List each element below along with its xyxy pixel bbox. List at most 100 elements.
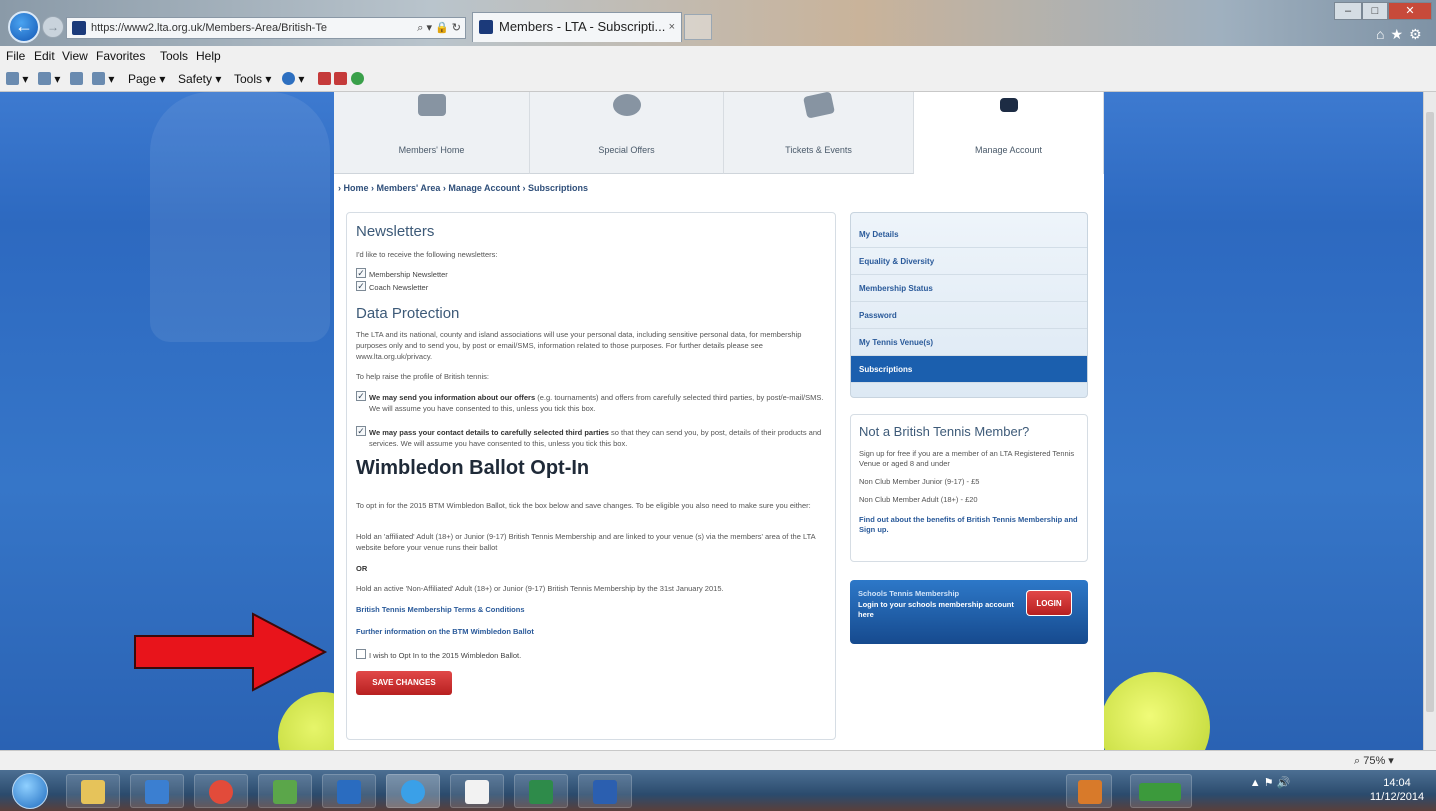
chrome-taskbar-icon[interactable]: [194, 774, 248, 808]
nav-tile-manage-account[interactable]: Manage Account: [914, 92, 1104, 174]
schools-login-button[interactable]: LOGIN: [1026, 590, 1072, 616]
battery-indicator-icon[interactable]: [1130, 774, 1192, 808]
menu-tools[interactable]: Tools: [160, 49, 188, 63]
tab-close-icon[interactable]: ×: [669, 13, 675, 41]
nav-tile-tickets-events[interactable]: Tickets & Events: [724, 92, 914, 174]
membership-newsletter-label: Membership Newsletter: [369, 270, 448, 279]
menu-bar: File Edit View Favorites Tools Help: [0, 46, 1436, 66]
membership-signup-link[interactable]: Find out about the benefits of British T…: [859, 515, 1081, 535]
safety-menu[interactable]: Safety ▾: [178, 72, 221, 86]
excel-taskbar-icon[interactable]: [514, 774, 568, 808]
sidebar-item-subscriptions[interactable]: Subscriptions: [851, 356, 1087, 383]
window-minimize-button[interactable]: –: [1334, 2, 1362, 20]
sidebar-item-tennis-venues[interactable]: My Tennis Venue(s): [851, 329, 1087, 356]
media-player-taskbar-icon[interactable]: [130, 774, 184, 808]
offers-consent-checkbox[interactable]: ✓: [356, 391, 366, 401]
window-close-button[interactable]: ✕: [1388, 2, 1432, 20]
page-menu[interactable]: Page ▾: [128, 72, 165, 86]
window-maximize-button[interactable]: □: [1362, 2, 1388, 20]
adult-price: Non Club Member Adult (18+) - £20: [859, 495, 978, 504]
windows-taskbar: ▲ ⚑ 🔊 14:04 11/12/2014: [0, 770, 1436, 811]
sidebar-item-membership-status[interactable]: Membership Status: [851, 275, 1087, 302]
sidebar-item-my-details[interactable]: My Details: [851, 221, 1087, 248]
tennis-ball-right-image: [1100, 672, 1210, 750]
nav-tile-special-offers[interactable]: Special Offers: [530, 92, 724, 174]
menu-edit[interactable]: Edit: [34, 49, 55, 63]
menu-file[interactable]: File: [6, 49, 25, 63]
nav-tile-label: Special Offers: [598, 145, 655, 155]
not-a-member-title: Not a British Tennis Member?: [859, 424, 1030, 439]
file-explorer-taskbar-icon[interactable]: [66, 774, 120, 808]
data-protection-text: The LTA and its national, county and isl…: [356, 330, 802, 361]
vertical-scrollbar[interactable]: [1423, 92, 1436, 750]
membership-newsletter-checkbox[interactable]: ✓: [356, 268, 366, 278]
newsletters-heading: Newsletters: [356, 223, 435, 240]
nav-tile-members-home[interactable]: Members' Home: [334, 92, 530, 174]
start-button-icon[interactable]: [12, 773, 48, 809]
site-favicon-icon: [72, 21, 86, 35]
document-taskbar-icon[interactable]: [450, 774, 504, 808]
browser-tab-active[interactable]: Members - LTA - Subscripti... ×: [472, 12, 682, 42]
home-favorites-settings-icons[interactable]: ⌂★⚙: [1376, 26, 1428, 43]
nav-tile-label: Tickets & Events: [785, 145, 852, 155]
sidebar-item-equality-diversity[interactable]: Equality & Diversity: [851, 248, 1087, 275]
forward-button[interactable]: →: [42, 16, 64, 38]
ballot-non-affiliated-text: Hold an active 'Non-Affiliated' Adult (1…: [356, 584, 724, 593]
save-changes-button[interactable]: SAVE CHANGES: [356, 671, 452, 695]
taskbar-clock[interactable]: 14:04 11/12/2014: [1362, 776, 1432, 804]
red-arrow-annotation-icon: [134, 612, 328, 692]
schools-membership-box: Schools Tennis Membership Login to your …: [850, 580, 1088, 644]
computer-icon: [417, 94, 446, 116]
sidebar-item-password[interactable]: Password: [851, 302, 1087, 329]
ticket-icon: [802, 92, 835, 119]
help-cmd-icon[interactable]: ▾: [282, 72, 304, 86]
menu-help[interactable]: Help: [196, 49, 221, 63]
address-bar[interactable]: https://www2.lta.org.uk/Members-Area/Bri…: [66, 17, 466, 39]
photos-taskbar-icon[interactable]: [258, 774, 312, 808]
new-tab-button[interactable]: [684, 14, 712, 40]
back-button[interactable]: ←: [8, 11, 40, 43]
system-tray-icons[interactable]: ▲ ⚑ 🔊: [1200, 776, 1340, 790]
page-viewport: Members' Home Special Offers Tickets & E…: [0, 92, 1423, 750]
btm-ballot-info-link[interactable]: Further information on the BTM Wimbledon…: [356, 627, 534, 636]
word-taskbar-icon[interactable]: [578, 774, 632, 808]
zoom-value: 75%: [1363, 755, 1386, 767]
gear-icon: [999, 98, 1018, 112]
clock-date: 11/12/2014: [1369, 791, 1425, 803]
tools-menu[interactable]: Tools ▾: [234, 72, 271, 86]
ballot-instructions: To opt in for the 2015 BTM Wimbledon Bal…: [356, 501, 811, 510]
address-controls[interactable]: ⌕ ▾ 🔒 ↻: [417, 18, 461, 38]
wimbledon-ballot-heading: Wimbledon Ballot Opt-In: [356, 457, 590, 479]
tab-title: Members - LTA - Subscripti...: [499, 19, 666, 34]
coach-newsletter-label: Coach Newsletter: [369, 283, 429, 292]
btm-terms-link[interactable]: British Tennis Membership Terms & Condit…: [356, 605, 525, 614]
browser-status-bar: ⌕ 75% ▾: [0, 750, 1436, 770]
subscriptions-form: Newsletters I'd like to receive the foll…: [346, 212, 836, 740]
scrollbar-thumb[interactable]: [1426, 112, 1434, 712]
background-player-silhouette: [150, 92, 330, 342]
mail-cmd-icon[interactable]: [70, 72, 83, 86]
zoom-level[interactable]: ⌕ 75% ▾: [1354, 754, 1394, 768]
ballot-or-text: OR: [356, 564, 368, 573]
nav-tile-label: Members' Home: [398, 145, 465, 155]
feeds-cmd-icon[interactable]: ▾: [38, 72, 60, 86]
print-cmd-icon[interactable]: ▾: [92, 72, 114, 86]
ballot-affiliated-text: Hold an 'affiliated' Adult (18+) or Juni…: [356, 532, 816, 552]
third-party-consent-checkbox[interactable]: ✓: [356, 426, 366, 436]
junior-price: Non Club Member Junior (9-17) - £5: [859, 477, 980, 486]
command-bar: ▾ ▾ ▾ Page ▾ Safety ▾ Tools ▾ ▾: [0, 66, 1436, 92]
home-cmd-icon[interactable]: ▾: [6, 72, 28, 86]
coach-newsletter-checkbox[interactable]: ✓: [356, 281, 366, 291]
clock-time: 14:04: [1383, 777, 1411, 789]
breadcrumb[interactable]: › Home › Members' Area › Manage Account …: [338, 183, 588, 193]
tray-app-icon[interactable]: [1066, 774, 1112, 808]
outlook-taskbar-icon[interactable]: [322, 774, 376, 808]
extension-icons[interactable]: [318, 72, 364, 86]
third-party-consent-text: We may pass your contact details to care…: [369, 427, 829, 449]
schools-box-title: Schools Tennis Membership: [858, 589, 960, 598]
menu-view[interactable]: View: [62, 49, 88, 63]
ballot-optin-checkbox[interactable]: [356, 649, 366, 659]
nav-tile-label: Manage Account: [974, 145, 1043, 155]
internet-explorer-taskbar-icon[interactable]: [386, 774, 440, 808]
menu-favorites[interactable]: Favorites: [96, 49, 145, 63]
